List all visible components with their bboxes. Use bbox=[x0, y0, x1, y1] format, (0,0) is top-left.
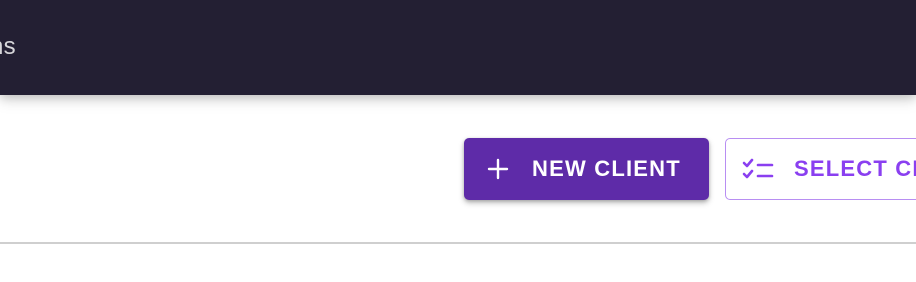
new-client-label: NEW CLIENT bbox=[532, 156, 681, 181]
top-app-bar: ns bbox=[0, 0, 916, 95]
new-client-button[interactable]: NEW CLIENT bbox=[464, 138, 709, 200]
plus-icon bbox=[486, 157, 510, 181]
page-title: ns bbox=[0, 33, 16, 60]
checklist-icon bbox=[742, 157, 776, 181]
select-clients-label: SELECT CL bbox=[794, 156, 916, 181]
action-toolbar: NEW CLIENT SELECT CL bbox=[0, 95, 916, 224]
content-divider bbox=[0, 242, 916, 244]
app-window: ns NEW CLIENT SELECT CL bbox=[0, 0, 916, 282]
select-clients-button[interactable]: SELECT CL bbox=[725, 138, 916, 200]
